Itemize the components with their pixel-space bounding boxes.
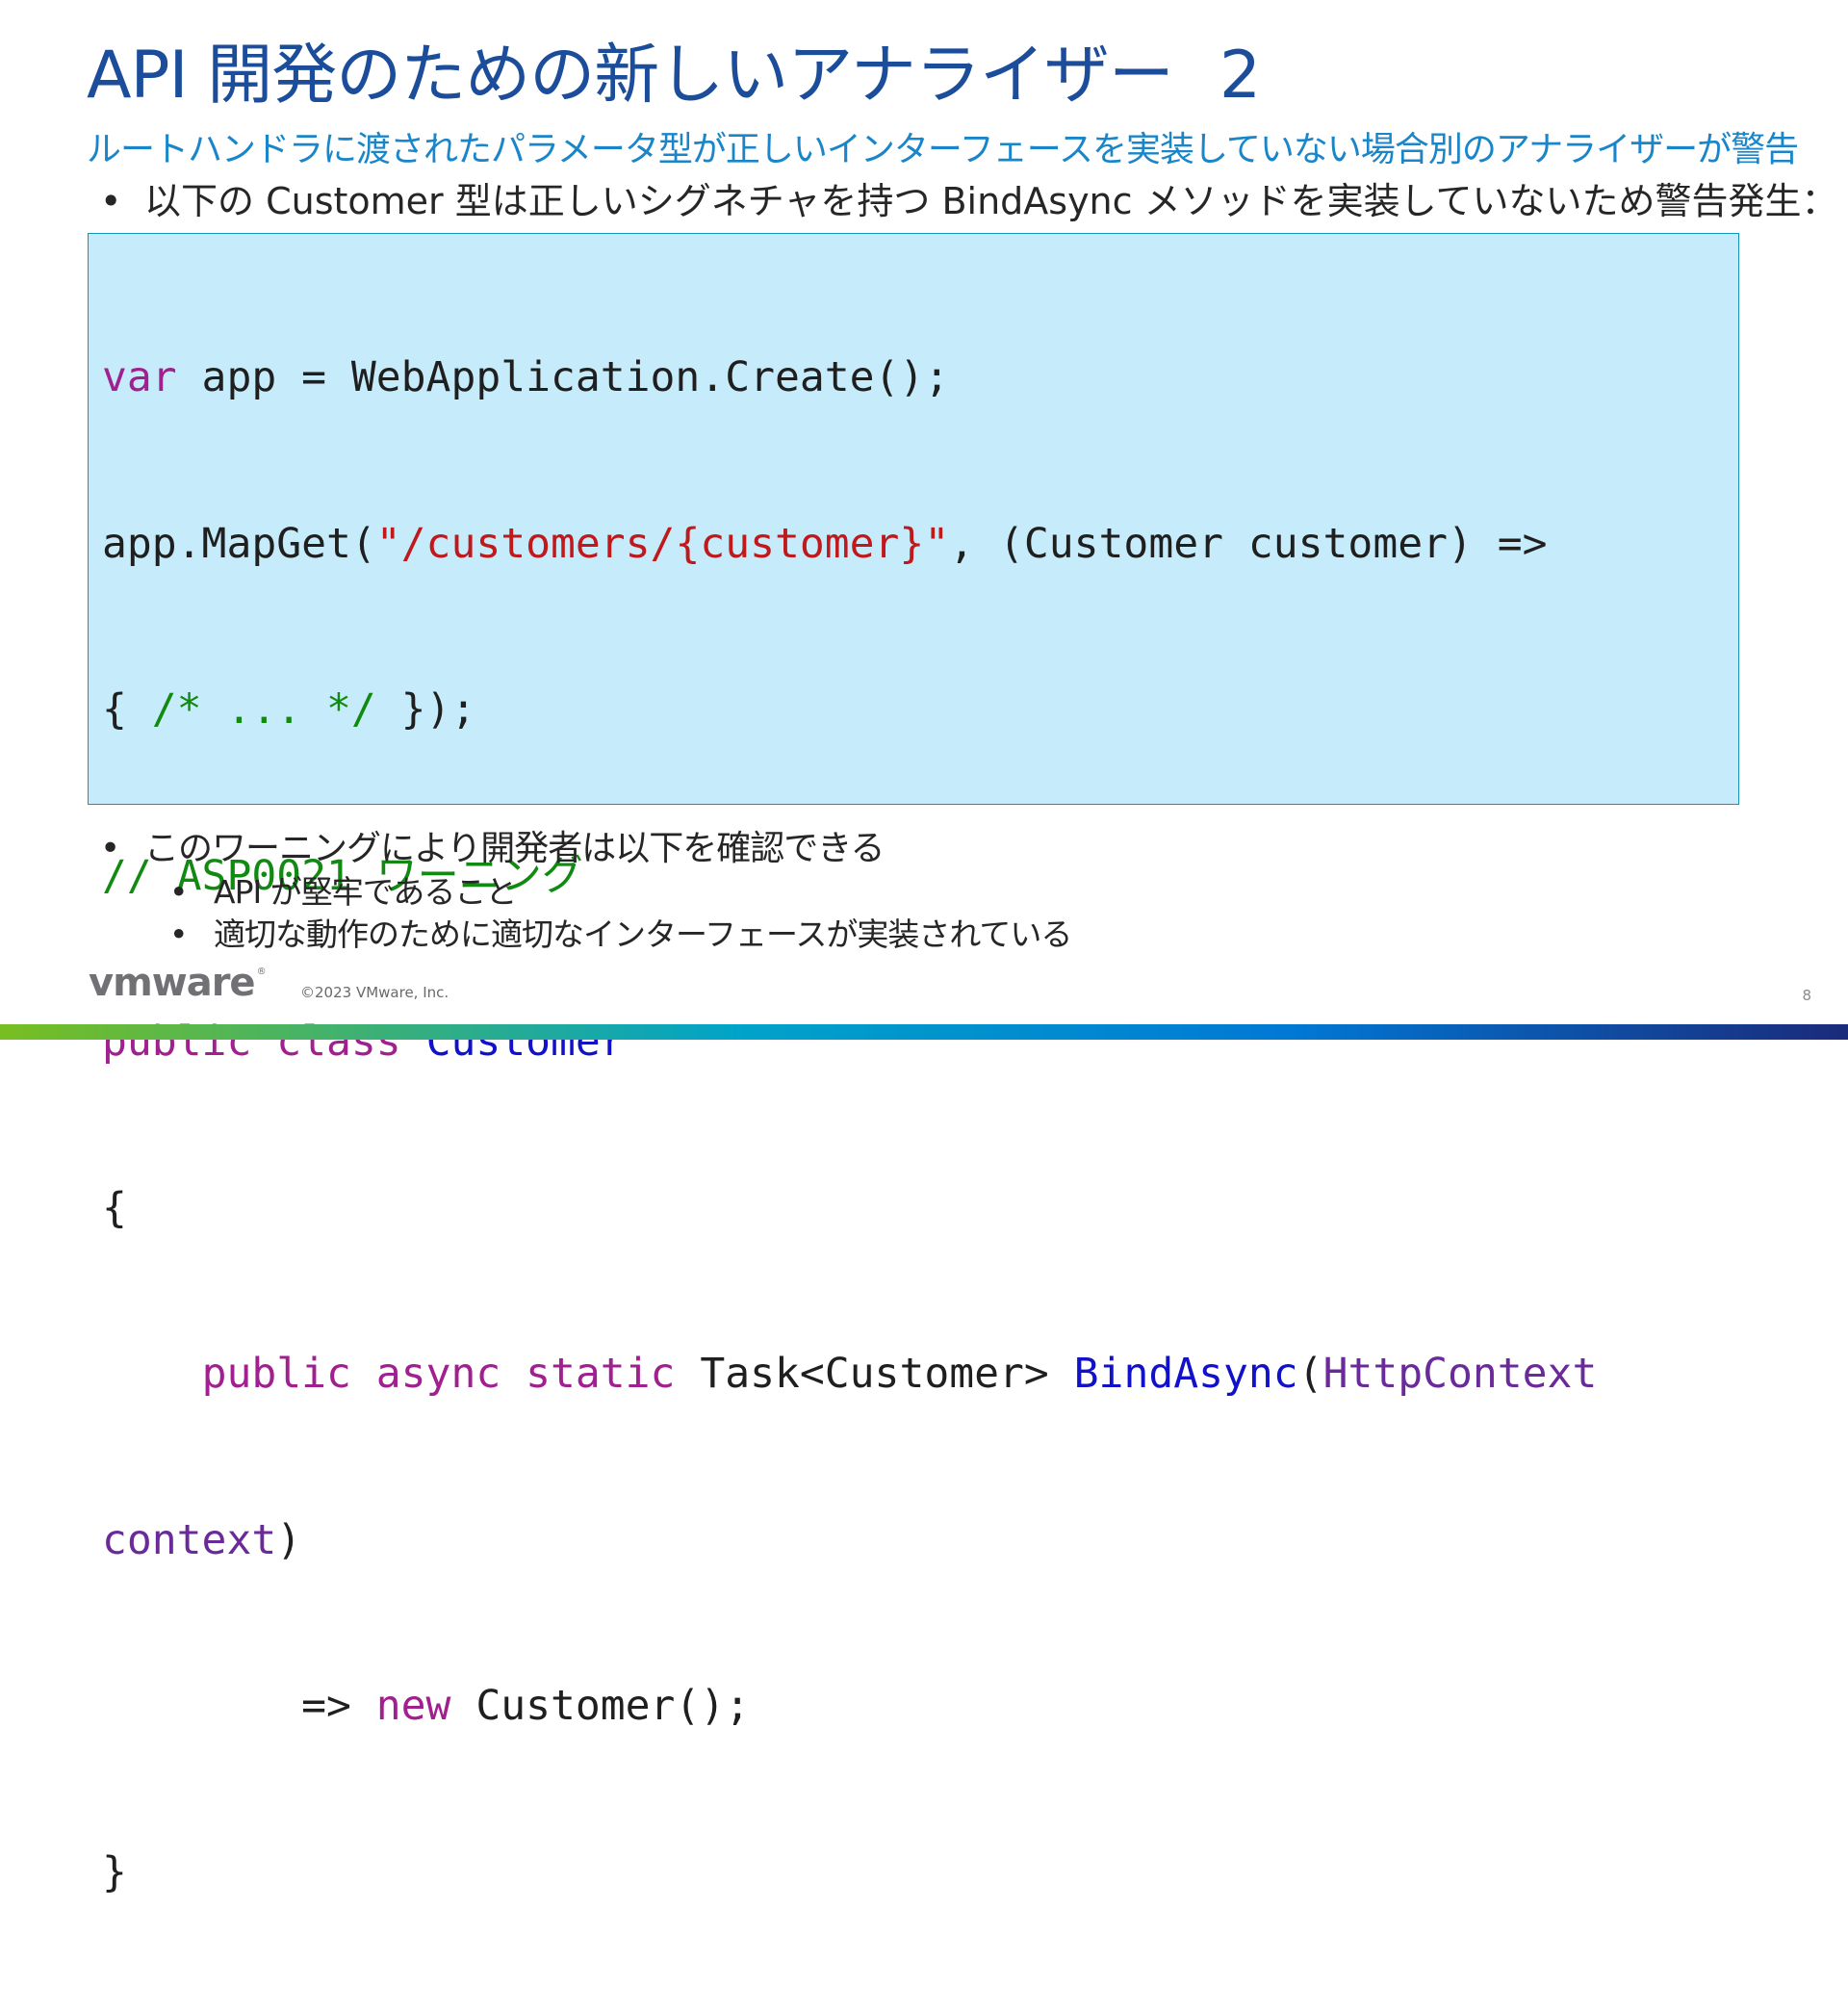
- title-number: 2: [1219, 38, 1261, 114]
- bullet-dot: •: [169, 915, 188, 953]
- intro-bullet: • 以下の Customer 型は正しいシグネチャを持つ BindAsync メソ…: [100, 171, 1837, 224]
- sub-bullet-2: • 適切な動作のために適切なインターフェースが実装されている: [169, 909, 1072, 955]
- bullet-main-text: このワーニングにより開発者は以下を確認できる: [144, 829, 886, 868]
- keyword: public async static: [201, 1350, 676, 1398]
- code-line-2: app.MapGet("/customers/{customer}", (Cus…: [102, 517, 1597, 573]
- code-text-span: , (Customer customer) =>: [949, 519, 1548, 568]
- code-text-span: app.MapGet(: [102, 519, 376, 568]
- code-text-span: ): [276, 1515, 302, 1564]
- bullet-main: • このワーニングにより開発者は以下を確認できる: [100, 820, 886, 870]
- code-text-span: }: [102, 1847, 127, 1896]
- logo-text: vmware: [89, 961, 256, 1005]
- code-text-span: {: [102, 1183, 127, 1232]
- code-line-9: => new Customer();: [102, 1679, 1597, 1735]
- sub-bullet-text: 適切な動作のために適切なインターフェースが実装されている: [214, 915, 1072, 953]
- code-text-span: {: [102, 685, 152, 734]
- keyword: var: [102, 353, 177, 401]
- code-text-span: Customer();: [450, 1682, 751, 1730]
- code-text-span: });: [375, 685, 476, 734]
- footer-gradient-band: [0, 1024, 1848, 1040]
- code-text-span: app = WebApplication.Create();: [176, 353, 950, 401]
- code-line-7: public async static Task<Customer> BindA…: [102, 1347, 1598, 1403]
- keyword: new: [375, 1682, 451, 1730]
- code-line-10: }: [102, 1845, 1597, 1901]
- param-type: HttpContext: [1322, 1350, 1598, 1398]
- code-line-8: context): [102, 1513, 1597, 1569]
- code-text-span: Task<Customer>: [675, 1350, 1074, 1398]
- registered-mark: ®: [256, 967, 267, 977]
- comment: /* ... */: [151, 685, 376, 734]
- sub-bullet-1: • API が堅牢であること: [169, 866, 517, 913]
- string-literal: "/customers/{customer}": [375, 519, 950, 568]
- slide-title: API 開発のための新しいアナライザー 2: [87, 38, 1261, 114]
- title-text: API 開発のための新しいアナライザー: [87, 38, 1174, 114]
- code-line-5: public class Customer: [102, 1015, 1597, 1070]
- code-text: var app = WebApplication.Create(); app.M…: [102, 240, 1597, 2011]
- bullet-dot: •: [169, 873, 188, 911]
- code-line-3: { /* ... */ });: [102, 683, 1597, 738]
- code-line-6: {: [102, 1181, 1597, 1237]
- intro-bullet-text: 以下の Customer 型は正しいシグネチャを持つ BindAsync メソッ…: [144, 180, 1838, 222]
- sub-bullet-text: API が堅牢であること: [214, 873, 517, 911]
- bullet-dot: •: [100, 829, 120, 868]
- page-number: 8: [1802, 987, 1811, 1004]
- param-name: context: [102, 1515, 277, 1564]
- copyright: ©2023 VMware, Inc.: [300, 984, 449, 1001]
- code-block: var app = WebApplication.Create(); app.M…: [88, 233, 1739, 1896]
- slide-subtitle: ルートハンドラに渡されたパラメータ型が正しいインターフェースを実装していない場合…: [87, 130, 1799, 169]
- code-line-1: var app = WebApplication.Create();: [102, 350, 1597, 406]
- code-text-span: =>: [102, 1682, 376, 1730]
- vmware-logo: vmware ®: [89, 961, 267, 1005]
- code-text-span: (: [1297, 1350, 1323, 1398]
- bullet-dot: •: [100, 180, 122, 222]
- method-name: BindAsync: [1073, 1350, 1298, 1398]
